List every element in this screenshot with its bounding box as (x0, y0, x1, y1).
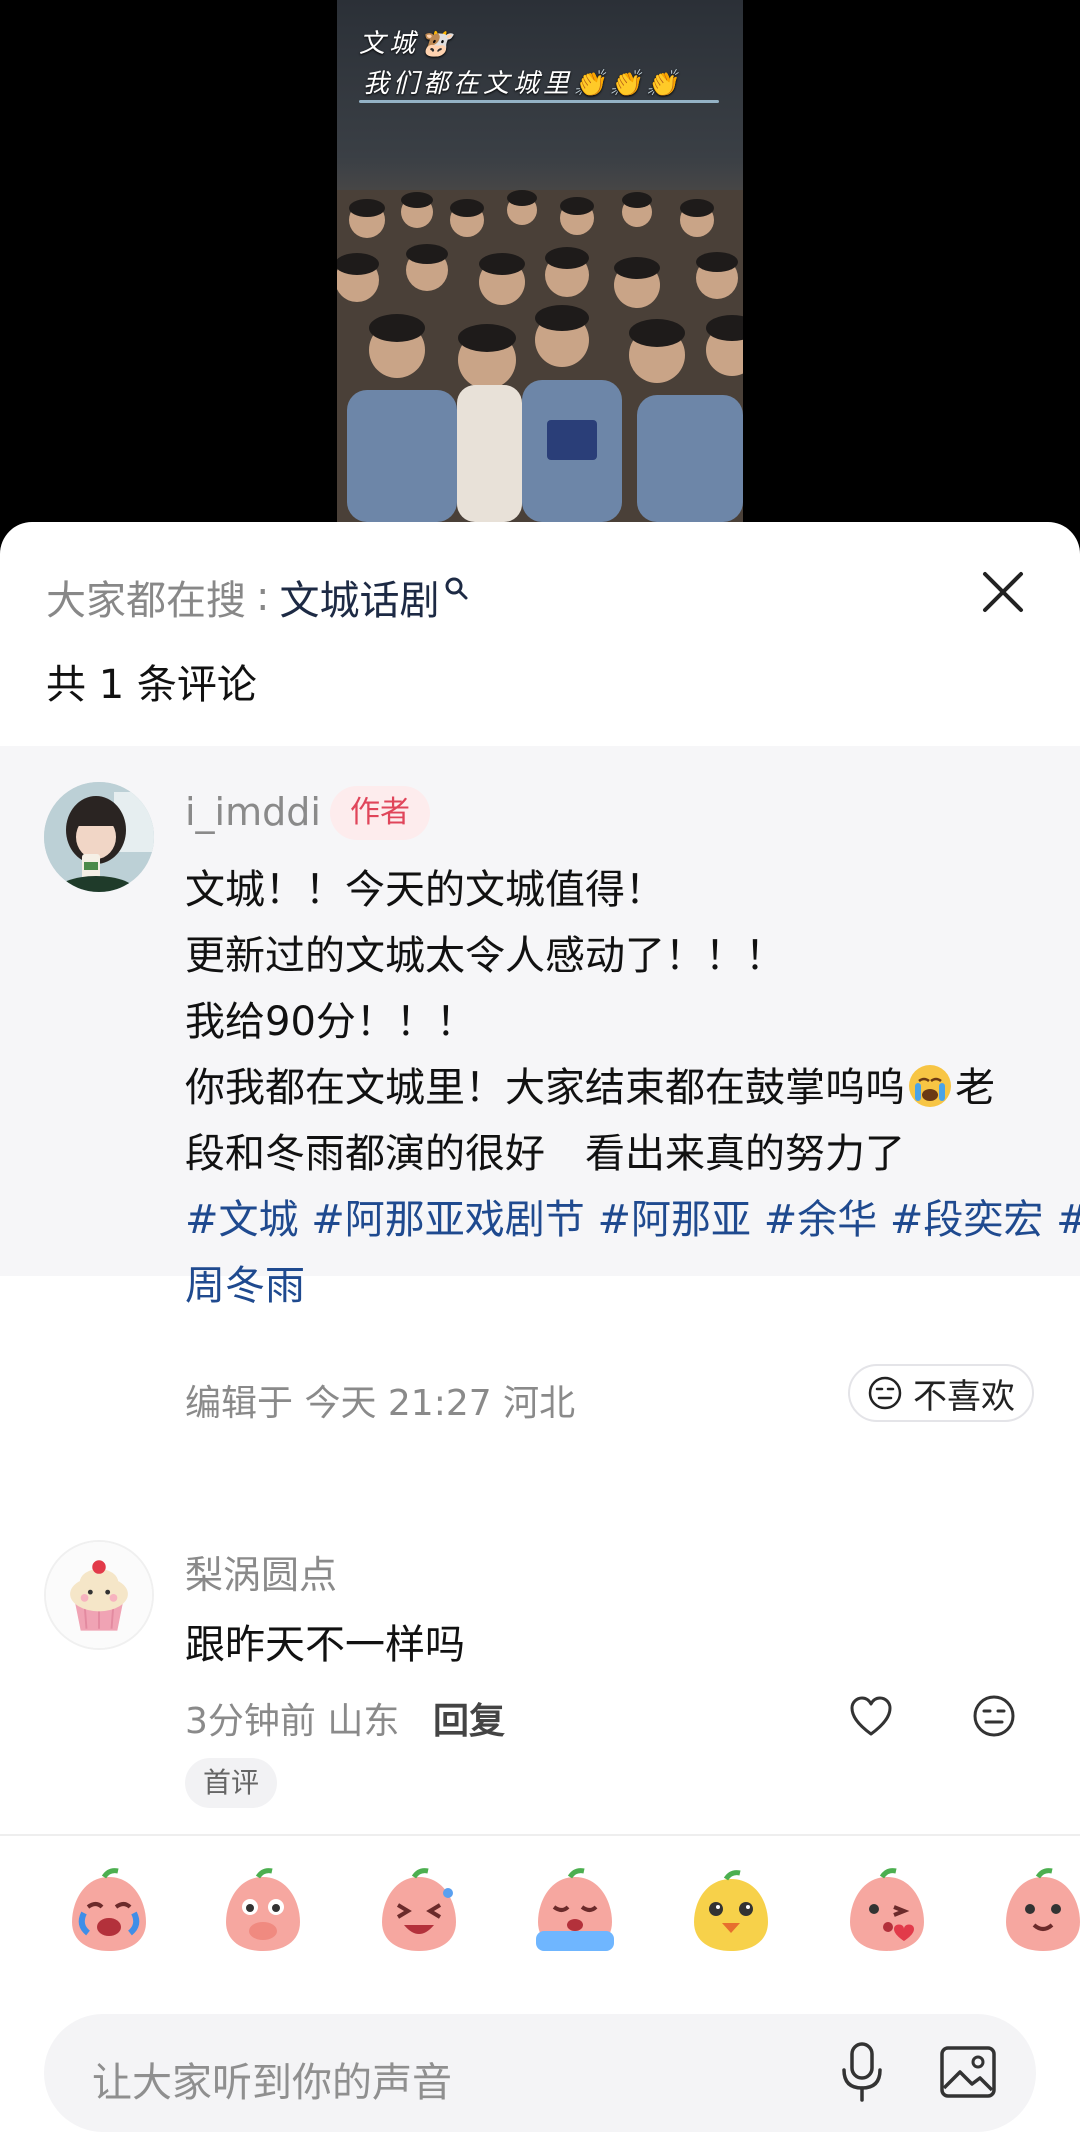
audience-crowd-image (337, 190, 743, 522)
avatar[interactable] (44, 1540, 154, 1650)
comment-count: 共 1 条评论 (46, 662, 257, 708)
comment-sheet: 大家都在搜 : 文城话剧 共 1 条评论 i_imddi 作者 文城！！今天的文… (0, 522, 1080, 2152)
comment-line: 更新过的文城太令人感动了！！！ (185, 933, 785, 979)
heart-icon[interactable] (848, 1694, 894, 1740)
hashtag-line[interactable]: 周冬雨 (185, 1253, 1045, 1319)
comment-line: 你我都在文城里！大家结束都在鼓掌呜呜 老 (185, 1055, 1045, 1121)
comment-input[interactable]: 让大家听到你的声音 (44, 2014, 1036, 2132)
divider (0, 1834, 1080, 1836)
kissing-peach-emoji[interactable] (842, 1867, 932, 1957)
microphone-icon[interactable] (834, 2040, 890, 2104)
dislike-button[interactable]: 不喜欢 (848, 1364, 1034, 1422)
comment-line: 段和冬雨都演的很好 看出来真的努力了 (185, 1131, 905, 1177)
comment-body: 文城！！今天的文城值得！ 更新过的文城太令人感动了！！！ 我给90分！！！ 你我… (185, 857, 1080, 1319)
first-comment-badge: 首评 (185, 1758, 278, 1808)
dislike-label: 不喜欢 (913, 1376, 1015, 1417)
sobbing-peach-emoji[interactable] (530, 1867, 620, 1957)
search-icon (445, 577, 468, 600)
quick-emoji-bar (0, 1867, 1080, 1997)
laughing-peach-emoji[interactable] (374, 1867, 464, 1957)
comment-line: 文城！！今天的文城值得！ (185, 867, 665, 913)
trending-search-separator: : (256, 574, 270, 620)
comment-username[interactable]: 梨涡圆点 (185, 1544, 337, 1599)
comment-line-text: 你我都在文城里！大家结束都在鼓掌呜呜 (185, 1065, 905, 1111)
meh-face-icon[interactable] (972, 1694, 1016, 1738)
crying-face-icon (909, 1065, 951, 1107)
trending-search[interactable]: 大家都在搜 : 文城话剧 (46, 572, 469, 624)
avatar[interactable] (44, 782, 154, 892)
comment-meta: 编辑于 今天 21:27 河北 (185, 1383, 576, 1424)
author-badge: 作者 (330, 786, 430, 840)
crying-peach-emoji[interactable] (64, 1867, 154, 1957)
comment-meta: 3分钟前 山东 (185, 1701, 400, 1742)
trending-search-label: 大家都在搜 (46, 578, 246, 624)
yellow-chick-emoji[interactable] (686, 1867, 776, 1957)
smiling-peach-emoji[interactable] (998, 1867, 1080, 1957)
video-caption-line1: 文城🐮 (359, 29, 456, 59)
trending-search-term[interactable]: 文城话剧 (279, 568, 439, 626)
caption-underline (359, 100, 719, 103)
cupcake-avatar-image (46, 1542, 152, 1648)
hashtag-line[interactable]: #文城 #阿那亚戏剧节 #阿那亚 #余华 #段奕宏 # (185, 1187, 1080, 1253)
video-caption: 文城🐮 我们都在文城里👏👏👏 (359, 24, 682, 104)
meh-face-icon (868, 1376, 902, 1410)
comment-line: 我给90分！！！ (185, 999, 476, 1045)
image-icon[interactable] (938, 2042, 998, 2102)
comment-input-placeholder: 让大家听到你的声音 (92, 2060, 452, 2106)
video-player[interactable]: 文城🐮 我们都在文城里👏👏👏 (0, 0, 1080, 540)
author-avatar-image (44, 782, 154, 892)
comment-body: 跟昨天不一样吗 (185, 1622, 465, 1668)
reply-button[interactable]: 回复 (433, 1692, 505, 1744)
video-caption-line2: 我们都在文城里👏👏👏 (363, 69, 683, 99)
close-icon[interactable] (975, 564, 1031, 620)
comment-username[interactable]: i_imddi (185, 790, 321, 834)
covering-mouth-peach-emoji[interactable] (218, 1867, 308, 1957)
video-frame[interactable]: 文城🐮 我们都在文城里👏👏👏 (337, 0, 743, 522)
comment-line-text: 老 (955, 1065, 995, 1111)
